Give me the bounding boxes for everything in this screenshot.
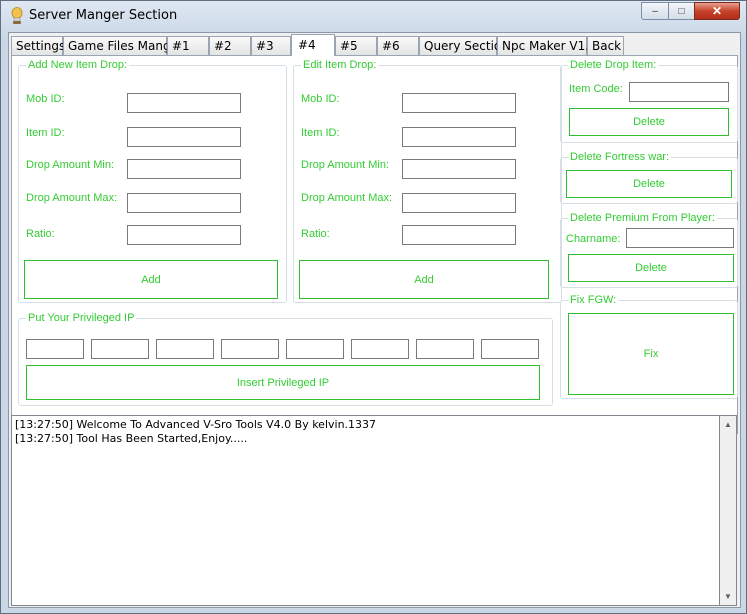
- tab-1[interactable]: #1: [167, 36, 209, 55]
- add-drop-min-input[interactable]: [127, 159, 241, 179]
- app-icon: [11, 7, 23, 24]
- add-item-id-input[interactable]: [127, 127, 241, 147]
- insert-privileged-ip-button[interactable]: Insert Privileged IP: [26, 365, 540, 400]
- add-ratio-label: Ratio:: [26, 228, 55, 240]
- tab-npc-maker[interactable]: Npc Maker V1.0: [497, 36, 597, 55]
- add-drop-max-label: Drop Amount Max:: [26, 192, 118, 204]
- tab-page-4: Add New Item Drop: Mob ID: Item ID: Drop…: [11, 55, 738, 434]
- tab-back[interactable]: Back: [587, 36, 624, 55]
- privileged-ip-input-2[interactable]: [91, 339, 149, 359]
- fix-fgw-title: Fix FGW:: [568, 294, 619, 306]
- edit-drop-group: Edit Item Drop: Mob ID: Item ID: Drop Am…: [293, 59, 562, 303]
- tab-game-files-manger[interactable]: Game Files Manger: [63, 36, 183, 55]
- privileged-ip-input-5[interactable]: [286, 339, 344, 359]
- add-mob-id-label: Mob ID:: [26, 93, 65, 105]
- log-line: [13:27:50] Tool Has Been Started,Enjoy..…: [15, 432, 248, 445]
- close-button[interactable]: ✕: [694, 2, 740, 20]
- tab-4[interactable]: #4: [291, 34, 335, 56]
- privileged-ip-group: Put Your Privileged IP Insert Privileged…: [18, 312, 553, 406]
- edit-drop-button[interactable]: Add: [299, 260, 549, 299]
- item-code-label: Item Code:: [569, 83, 623, 95]
- tab-6[interactable]: #6: [377, 36, 419, 55]
- title-bar[interactable]: Server Manger Section – □ ✕: [1, 1, 746, 31]
- edit-drop-max-input[interactable]: [402, 193, 516, 213]
- tab-2[interactable]: #2: [209, 36, 251, 55]
- tab-settings[interactable]: Settings: [11, 36, 65, 55]
- client-area: Settings Game Files Manger #1 #2 #3 #4 #…: [8, 32, 741, 608]
- delete-fortress-title: Delete Fortress war:: [568, 151, 672, 163]
- edit-drop-max-label: Drop Amount Max:: [301, 192, 393, 204]
- add-drop-button[interactable]: Add: [24, 260, 278, 299]
- fix-fgw-group: Fix FGW: Fix: [560, 294, 738, 399]
- fix-fgw-button[interactable]: Fix: [568, 313, 734, 395]
- add-drop-min-label: Drop Amount Min:: [26, 159, 115, 171]
- tab-5[interactable]: #5: [335, 36, 377, 55]
- maximize-button[interactable]: □: [668, 2, 694, 20]
- arrow-down-icon[interactable]: ▼: [720, 588, 736, 605]
- delete-fortress-button[interactable]: Delete: [566, 170, 732, 198]
- privileged-ip-input-8[interactable]: [481, 339, 539, 359]
- edit-mob-id-input[interactable]: [402, 93, 516, 113]
- privileged-ip-input-4[interactable]: [221, 339, 279, 359]
- log-line: [13:27:50] Welcome To Advanced V-Sro Too…: [15, 418, 377, 431]
- delete-drop-button[interactable]: Delete: [569, 108, 729, 136]
- window-title: Server Manger Section: [29, 8, 178, 23]
- edit-drop-min-input[interactable]: [402, 159, 516, 179]
- add-drop-max-input[interactable]: [127, 193, 241, 213]
- delete-drop-group: Delete Drop Item: Item Code: Delete: [560, 59, 738, 143]
- edit-ratio-label: Ratio:: [301, 228, 330, 240]
- add-item-id-label: Item ID:: [26, 127, 65, 139]
- delete-fortress-group: Delete Fortress war: Delete: [560, 151, 738, 204]
- privileged-ip-input-1[interactable]: [26, 339, 84, 359]
- delete-premium-button[interactable]: Delete: [568, 254, 734, 282]
- edit-drop-title: Edit Item Drop:: [301, 59, 379, 71]
- delete-drop-title: Delete Drop Item:: [568, 59, 659, 71]
- main-window: Server Manger Section – □ ✕ Settings Gam…: [0, 0, 747, 614]
- tab-query-section[interactable]: Query Section: [419, 36, 509, 55]
- minimize-button[interactable]: –: [641, 2, 668, 20]
- edit-item-id-label: Item ID:: [301, 127, 340, 139]
- add-drop-group: Add New Item Drop: Mob ID: Item ID: Drop…: [18, 59, 287, 303]
- edit-mob-id-label: Mob ID:: [301, 93, 340, 105]
- privileged-ip-title: Put Your Privileged IP: [26, 312, 137, 324]
- item-code-input[interactable]: [629, 82, 729, 102]
- delete-premium-group: Delete Premium From Player: Charname: De…: [560, 212, 738, 288]
- add-drop-title: Add New Item Drop:: [26, 59, 130, 71]
- add-mob-id-input[interactable]: [127, 93, 241, 113]
- tab-3[interactable]: #3: [251, 36, 291, 55]
- charname-input[interactable]: [626, 228, 734, 248]
- privileged-ip-input-7[interactable]: [416, 339, 474, 359]
- log-scrollbar[interactable]: ▲ ▼: [720, 415, 737, 606]
- edit-ratio-input[interactable]: [402, 225, 516, 245]
- arrow-up-icon[interactable]: ▲: [720, 416, 736, 433]
- privileged-ip-input-3[interactable]: [156, 339, 214, 359]
- delete-premium-title: Delete Premium From Player:: [568, 212, 717, 224]
- edit-drop-min-label: Drop Amount Min:: [301, 159, 390, 171]
- privileged-ip-input-6[interactable]: [351, 339, 409, 359]
- edit-item-id-input[interactable]: [402, 127, 516, 147]
- charname-label: Charname:: [566, 233, 621, 245]
- add-ratio-input[interactable]: [127, 225, 241, 245]
- log-box[interactable]: [13:27:50] Welcome To Advanced V-Sro Too…: [11, 415, 720, 606]
